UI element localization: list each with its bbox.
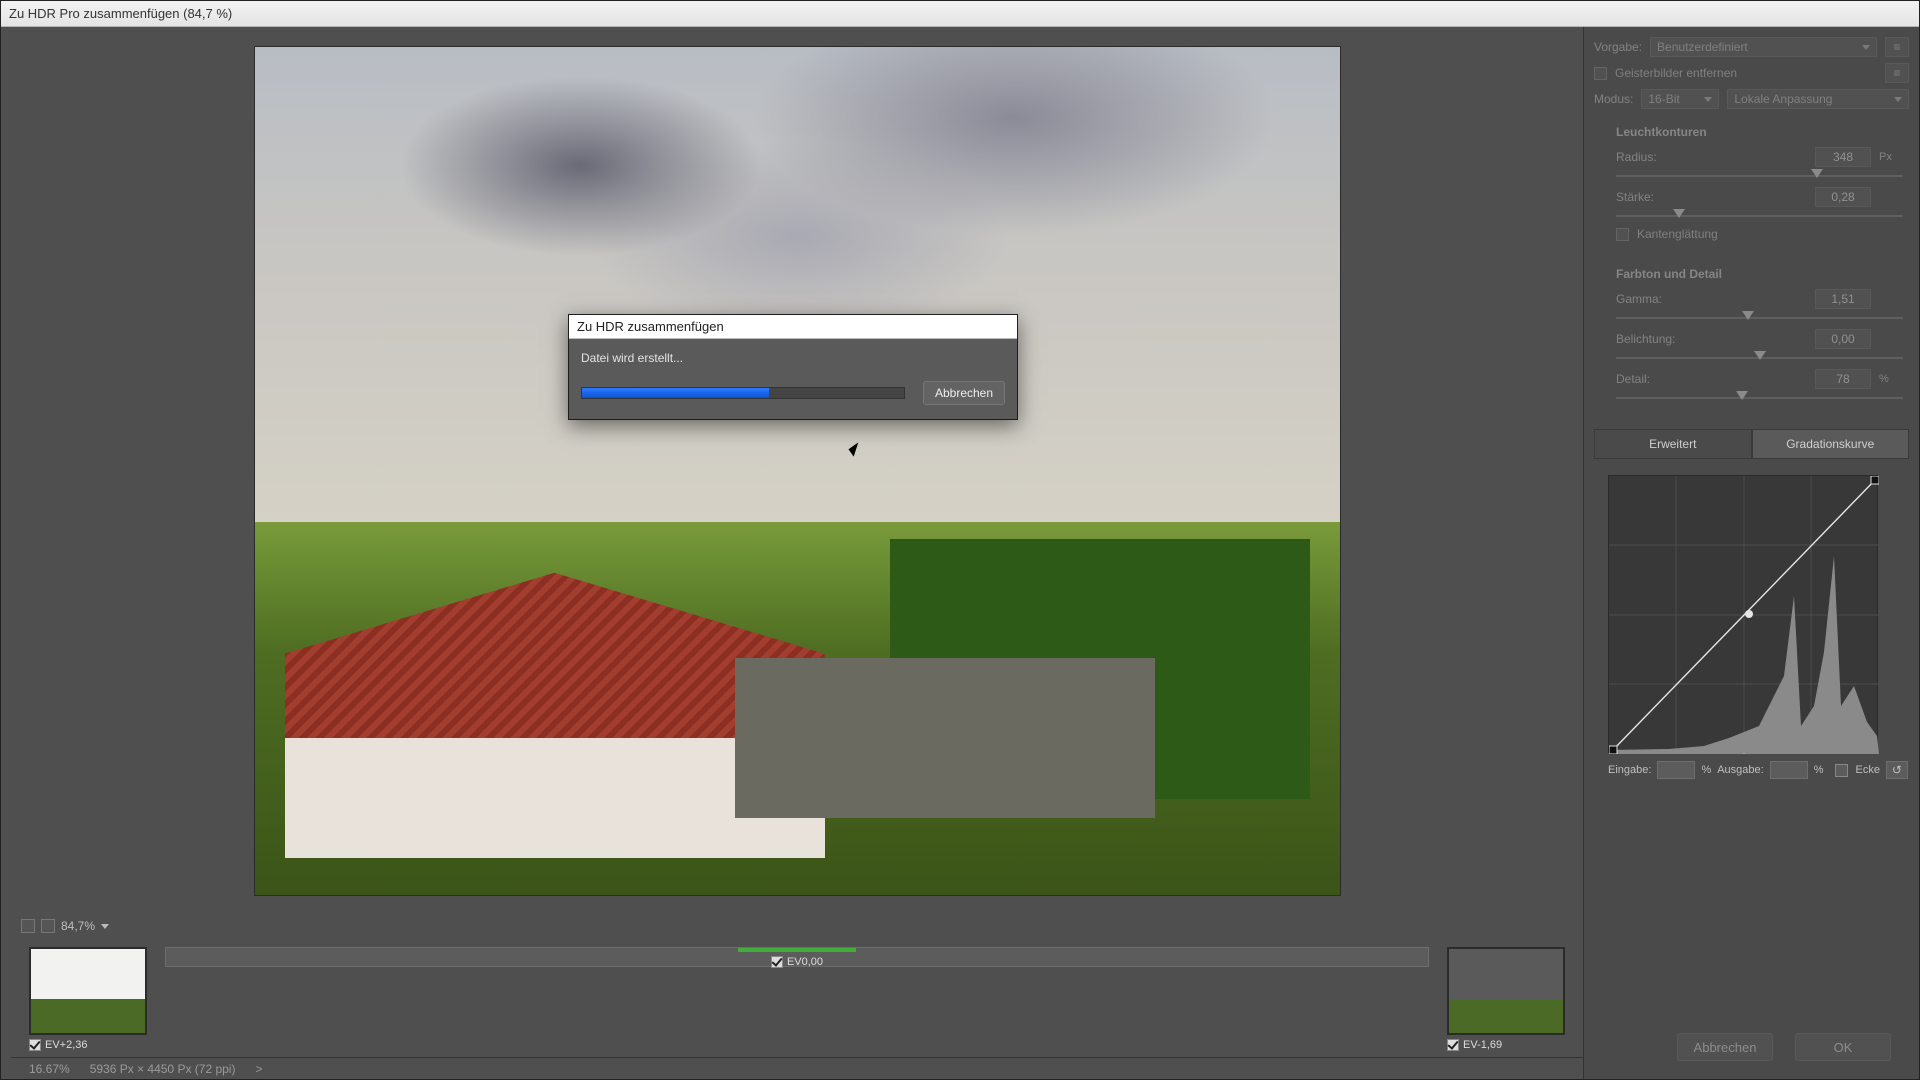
hdr-pro-window: Zu HDR Pro zusammenfügen (84,7 %) Zu HDR… bbox=[0, 0, 1920, 1080]
source-thumbnails: EV+2,36 EV0,00 EV-1,69 bbox=[11, 937, 1583, 1057]
preset-label: Vorgabe: bbox=[1594, 40, 1642, 54]
left-toolbar bbox=[1, 27, 11, 1079]
curve-tabs: Erweitert Gradationskurve bbox=[1594, 429, 1909, 459]
dialog-title: Zu HDR zusammenfügen bbox=[569, 315, 1017, 339]
radius-unit: Px bbox=[1879, 151, 1903, 163]
thumbnail-image[interactable] bbox=[1447, 947, 1565, 1035]
radius-label: Radius: bbox=[1616, 150, 1702, 164]
thumbnail[interactable]: EV+2,36 bbox=[29, 947, 147, 1051]
method-select[interactable]: Lokale Anpassung bbox=[1727, 89, 1909, 109]
zoom-row: 84,7% bbox=[11, 915, 1583, 937]
chevron-down-icon bbox=[1862, 45, 1870, 50]
chevron-down-icon bbox=[1894, 97, 1902, 102]
exposure-label: Belichtung: bbox=[1616, 332, 1702, 346]
mode-select[interactable]: 16-Bit bbox=[1641, 89, 1719, 109]
zoom-fit-button[interactable] bbox=[21, 919, 35, 933]
dialog-message: Datei wird erstellt... bbox=[581, 351, 1005, 365]
chevron-down-icon[interactable] bbox=[101, 924, 109, 929]
detail-slider[interactable] bbox=[1616, 391, 1903, 405]
progress-bar bbox=[581, 387, 905, 399]
reset-curve-button[interactable]: ↺ bbox=[1886, 761, 1908, 779]
thumbnail-image[interactable] bbox=[29, 947, 147, 1035]
thumbnail[interactable]: EV0,00 bbox=[165, 947, 1429, 967]
input-label: Eingabe: bbox=[1608, 764, 1651, 776]
radius-input[interactable]: 348 bbox=[1815, 147, 1871, 167]
zoom-percent: 84,7% bbox=[61, 919, 95, 933]
status-chevron: > bbox=[255, 1062, 262, 1076]
corner-label: Ecke bbox=[1855, 764, 1879, 776]
edge-glow-title: Leuchtkonturen bbox=[1616, 125, 1903, 139]
dialog-cancel-button[interactable]: Abbrechen bbox=[923, 381, 1005, 405]
tab-curve[interactable]: Gradationskurve bbox=[1752, 429, 1910, 459]
preset-select[interactable]: Benutzerdefiniert bbox=[1650, 37, 1877, 57]
statusbar: 16.67% 5936 Px × 4450 Px (72 ppi) > bbox=[11, 1057, 1583, 1079]
thumbnail[interactable]: EV-1,69 bbox=[1447, 947, 1565, 1051]
cursor-icon bbox=[850, 445, 864, 465]
ghost-label: Geisterbilder entfernen bbox=[1615, 66, 1737, 80]
thumbnail-checkbox[interactable] bbox=[771, 956, 783, 968]
thumbnail-ev-label: EV+2,36 bbox=[45, 1039, 88, 1051]
detail-input[interactable]: 78 bbox=[1815, 369, 1871, 389]
gamma-label: Gamma: bbox=[1616, 292, 1702, 306]
exposure-slider[interactable] bbox=[1616, 351, 1903, 365]
progress-dialog: Zu HDR zusammenfügen Datei wird erstellt… bbox=[568, 314, 1018, 420]
chevron-down-icon bbox=[1704, 97, 1712, 102]
preview-area: Zu HDR zusammenfügen Datei wird erstellt… bbox=[11, 27, 1583, 915]
detail-unit: % bbox=[1879, 373, 1903, 385]
thumbnail-checkbox[interactable] bbox=[29, 1039, 41, 1051]
gamma-input[interactable]: 1,51 bbox=[1815, 289, 1871, 309]
detail-label: Detail: bbox=[1616, 372, 1702, 386]
corner-checkbox[interactable] bbox=[1835, 764, 1848, 777]
reset-icon: ↺ bbox=[1892, 763, 1902, 777]
ghost-menu-button[interactable]: ≡ bbox=[1885, 63, 1909, 83]
strength-input[interactable]: 0,28 bbox=[1815, 187, 1871, 207]
titlebar: Zu HDR Pro zusammenfügen (84,7 %) bbox=[1, 1, 1919, 27]
preset-menu-button[interactable]: ≡ bbox=[1885, 37, 1909, 57]
strength-label: Stärke: bbox=[1616, 190, 1702, 204]
status-zoom: 16.67% bbox=[29, 1062, 70, 1076]
preset-value: Benutzerdefiniert bbox=[1657, 40, 1748, 54]
edge-glow-section: Leuchtkonturen Radius: 348 Px Stärke: 0,… bbox=[1594, 115, 1909, 251]
tone-detail-title: Farbton und Detail bbox=[1616, 267, 1903, 281]
thumbnail-ev-label: EV-1,69 bbox=[1463, 1039, 1502, 1051]
settings-panel: Vorgabe: Benutzerdefiniert ≡ Geisterbild… bbox=[1583, 27, 1919, 1079]
gamma-slider[interactable] bbox=[1616, 311, 1903, 325]
hdr-preview-image[interactable] bbox=[255, 47, 1340, 895]
mode-label: Modus: bbox=[1594, 92, 1633, 106]
tone-curve[interactable] bbox=[1608, 475, 1878, 753]
input-value[interactable] bbox=[1657, 761, 1695, 779]
ghost-checkbox[interactable] bbox=[1594, 67, 1607, 80]
status-dimensions: 5936 Px × 4450 Px (72 ppi) bbox=[90, 1062, 236, 1076]
strength-slider[interactable] bbox=[1616, 209, 1903, 223]
cancel-button[interactable]: Abbrechen bbox=[1677, 1033, 1773, 1061]
exposure-input[interactable]: 0,00 bbox=[1815, 329, 1871, 349]
thumbnail-checkbox[interactable] bbox=[1447, 1039, 1459, 1051]
thumbnail-ev-label: EV0,00 bbox=[787, 956, 823, 968]
output-value[interactable] bbox=[1770, 761, 1808, 779]
output-label: Ausgabe: bbox=[1717, 764, 1763, 776]
window-title: Zu HDR Pro zusammenfügen (84,7 %) bbox=[9, 6, 232, 21]
ok-button[interactable]: OK bbox=[1795, 1033, 1891, 1061]
tone-detail-section: Farbton und Detail Gamma: 1,51 Belichtun… bbox=[1594, 257, 1909, 419]
tab-advanced[interactable]: Erweitert bbox=[1594, 429, 1752, 459]
edge-smooth-checkbox[interactable] bbox=[1616, 228, 1629, 241]
radius-slider[interactable] bbox=[1616, 169, 1903, 183]
zoom-1to1-button[interactable] bbox=[41, 919, 55, 933]
edge-smooth-label: Kantenglättung bbox=[1637, 227, 1718, 241]
thumbnail-image[interactable] bbox=[738, 948, 856, 952]
